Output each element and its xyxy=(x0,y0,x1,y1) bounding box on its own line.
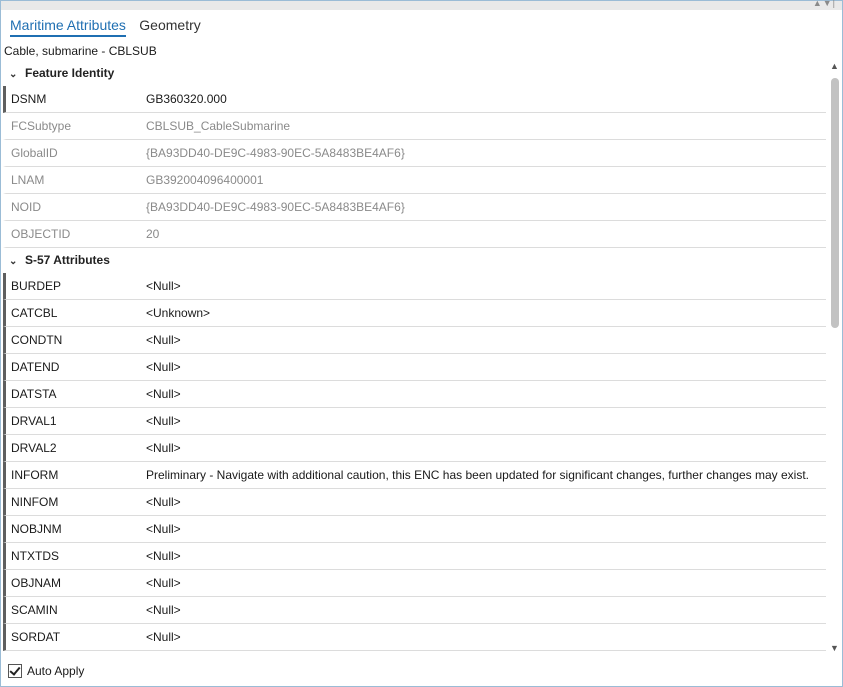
attribute-value[interactable]: <Null> xyxy=(146,273,181,299)
attribute-name: NTXTDS xyxy=(11,549,59,563)
attribute-row-scamin[interactable]: SCAMIN <Null> xyxy=(3,597,826,624)
pane-controls[interactable]: ▲▼| xyxy=(813,0,836,8)
attribute-value[interactable]: <Null> xyxy=(146,408,181,434)
scroll-down-icon[interactable]: ▼ xyxy=(830,643,839,653)
attribute-value[interactable]: <Null> xyxy=(146,435,181,461)
group-header-s57-attributes[interactable]: ⌄ S-57 Attributes xyxy=(3,248,826,273)
attribute-name: NOID xyxy=(11,200,41,214)
attribute-value[interactable]: <Null> xyxy=(146,489,181,515)
attribute-row-dsnm[interactable]: DSNM GB360320.000 xyxy=(3,86,826,113)
auto-apply-option[interactable]: Auto Apply xyxy=(8,662,84,678)
attribute-row-drval2[interactable]: DRVAL2 <Null> xyxy=(3,435,826,462)
attribute-row-burdep[interactable]: BURDEP <Null> xyxy=(3,273,826,300)
attribute-name: SORDAT xyxy=(11,630,61,644)
attribute-value[interactable]: <Null> xyxy=(146,381,181,407)
chevron-down-icon: ⌄ xyxy=(9,256,18,267)
pane-title-strip: ▲▼| xyxy=(1,0,842,10)
attribute-row-condtn[interactable]: CONDTN <Null> xyxy=(3,327,826,354)
attribute-value: {BA93DD40-DE9C-4983-90EC-5A8483BE4AF6} xyxy=(146,146,405,160)
attribute-name: DATSTA xyxy=(11,387,57,401)
attribute-row-inform[interactable]: INFORM Preliminary - Navigate with addit… xyxy=(3,462,826,489)
vertical-scrollbar[interactable]: ▲ ▼ xyxy=(828,61,841,653)
attribute-name: DSNM xyxy=(11,92,47,106)
attribute-name: OBJECTID xyxy=(11,227,71,241)
attribute-name: DATEND xyxy=(11,360,60,374)
attribute-name: INFORM xyxy=(11,468,59,482)
attribute-row-datsta[interactable]: DATSTA <Null> xyxy=(3,381,826,408)
attribute-row-fcsubtype[interactable]: FCSubtype CBLSUB_CableSubmarine xyxy=(3,113,826,140)
scrollbar-thumb[interactable] xyxy=(831,78,839,328)
attribute-value[interactable]: <Null> xyxy=(146,354,181,380)
attribute-name: DRVAL1 xyxy=(11,414,57,428)
auto-apply-label: Auto Apply xyxy=(27,663,85,678)
scroll-up-icon[interactable]: ▲ xyxy=(830,61,839,71)
attribute-row-sordat[interactable]: SORDAT <Null> xyxy=(3,624,826,651)
attribute-list: ⌄ Feature Identity DSNM GB360320.000 FCSu… xyxy=(3,61,826,653)
attribute-value: {BA93DD40-DE9C-4983-90EC-5A8483BE4AF6} xyxy=(146,200,405,214)
attribute-value[interactable]: GB360320.000 xyxy=(146,86,227,112)
attribute-name: OBJNAM xyxy=(11,576,62,590)
attribute-value: 20 xyxy=(146,227,160,241)
attribute-name: FCSubtype xyxy=(11,119,72,133)
attribute-value[interactable]: <Null> xyxy=(146,327,181,353)
attribute-row-objectid[interactable]: OBJECTID 20 xyxy=(3,221,826,248)
attribute-name: NINFOM xyxy=(11,495,59,509)
attribute-row-globalid[interactable]: GlobalID {BA93DD40-DE9C-4983-90EC-5A8483… xyxy=(3,140,826,167)
attribute-row-lnam[interactable]: LNAM GB392004096400001 xyxy=(3,167,826,194)
auto-apply-checkbox[interactable] xyxy=(8,663,22,678)
attributes-pane: ▲▼| Maritime Attributes Geometry Cable, … xyxy=(0,0,843,687)
attribute-name: SCAMIN xyxy=(11,603,58,617)
attribute-value[interactable]: <Null> xyxy=(146,624,181,650)
attribute-row-noid[interactable]: NOID {BA93DD40-DE9C-4983-90EC-5A8483BE4A… xyxy=(3,194,826,221)
group-header-feature-identity[interactable]: ⌄ Feature Identity xyxy=(3,61,826,86)
attribute-row-datend[interactable]: DATEND <Null> xyxy=(3,354,826,381)
attribute-value[interactable]: <Null> xyxy=(146,570,181,596)
attribute-row-ninfom[interactable]: NINFOM <Null> xyxy=(3,489,826,516)
feature-title: Cable, submarine - CBLSUB xyxy=(4,44,157,58)
chevron-down-icon: ⌄ xyxy=(9,69,18,80)
tab-bar: Maritime Attributes Geometry xyxy=(10,17,211,39)
attribute-row-nobjnm[interactable]: NOBJNM <Null> xyxy=(3,516,826,543)
attribute-value[interactable]: Preliminary - Navigate with additional c… xyxy=(146,462,809,488)
attribute-name: DRVAL2 xyxy=(11,441,57,455)
attribute-row-ntxtds[interactable]: NTXTDS <Null> xyxy=(3,543,826,570)
tab-maritime-attributes[interactable]: Maritime Attributes xyxy=(10,17,126,37)
attribute-name: BURDEP xyxy=(11,279,62,293)
attribute-value[interactable]: <Unknown> xyxy=(146,300,210,326)
attribute-name: CATCBL xyxy=(11,306,58,320)
group-title: S-57 Attributes xyxy=(25,253,110,267)
attribute-row-objnam[interactable]: OBJNAM <Null> xyxy=(3,570,826,597)
attribute-value[interactable]: <Null> xyxy=(146,516,181,542)
attribute-value[interactable]: <Null> xyxy=(146,543,181,569)
attribute-value: CBLSUB_CableSubmarine xyxy=(146,119,291,133)
attribute-value: GB392004096400001 xyxy=(146,173,264,187)
attribute-name: LNAM xyxy=(11,173,45,187)
tab-geometry[interactable]: Geometry xyxy=(139,17,200,35)
group-title: Feature Identity xyxy=(25,66,115,80)
attribute-name: GlobalID xyxy=(11,146,58,160)
attribute-row-drval1[interactable]: DRVAL1 <Null> xyxy=(3,408,826,435)
attribute-name: CONDTN xyxy=(11,333,63,347)
attribute-name: NOBJNM xyxy=(11,522,62,536)
checkmark-icon xyxy=(9,664,21,676)
attribute-value[interactable]: <Null> xyxy=(146,597,181,623)
attribute-row-catcbl[interactable]: CATCBL <Unknown> xyxy=(3,300,826,327)
